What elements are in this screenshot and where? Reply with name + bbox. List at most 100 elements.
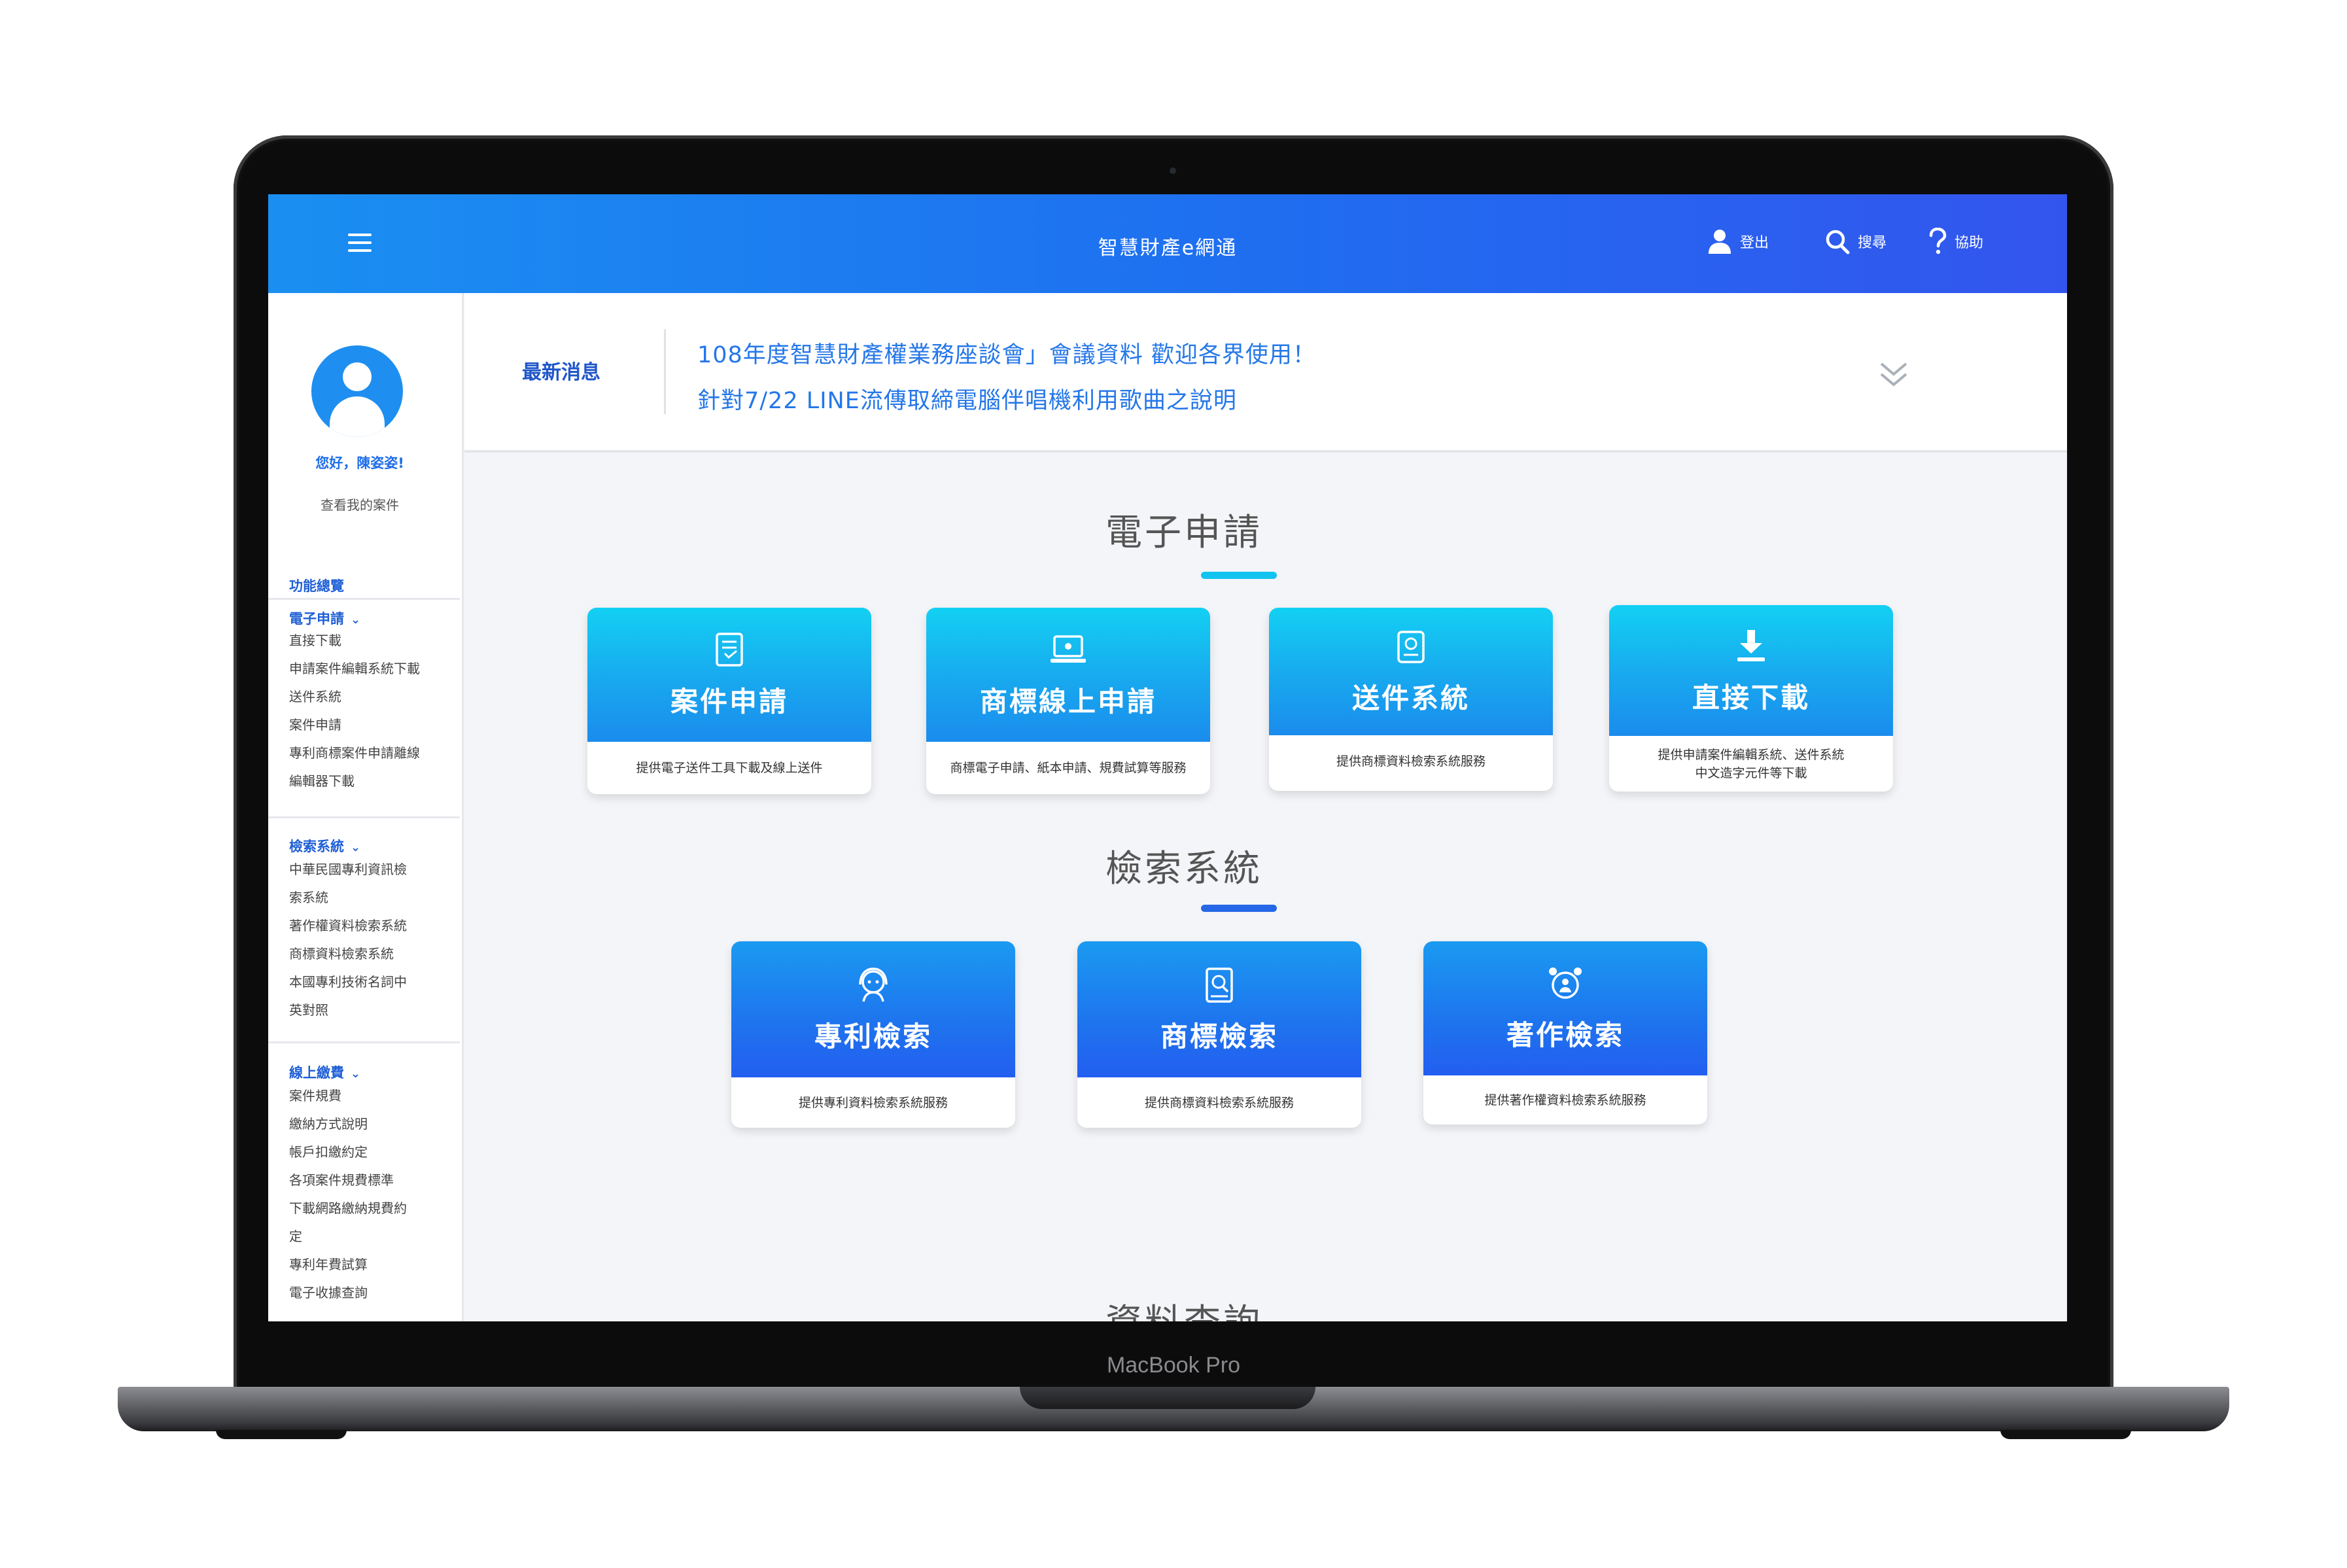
sidebar-item-copyright-search[interactable]: 著作權資料檢索系統 (289, 912, 407, 939)
sidebar-section-label: 檢索系統 (289, 839, 344, 854)
my-cases-link[interactable]: 查看我的案件 (268, 495, 451, 514)
news-item[interactable]: 針對7/22 LINE流傳取締電腦伴唱機利用歌曲之說明 (697, 382, 1237, 415)
laptop-notch (1020, 1387, 1315, 1409)
card-title: 直接下載 (1692, 681, 1810, 714)
laptop-foot-left (216, 1430, 347, 1439)
sidebar-item-submission-system[interactable]: 送件系統 (289, 683, 341, 710)
card-title: 專利檢索 (814, 1020, 932, 1053)
sidebar-item-term-glossary[interactable]: 本國專利技術名詞中 (289, 968, 407, 996)
card-header: 送件系統 (1269, 608, 1553, 735)
logout-button[interactable]: 登出 (1707, 227, 1769, 256)
card-description: 提供電子送件工具下載及線上送件 (636, 761, 823, 775)
sidebar-section-search[interactable]: 檢索系統 ⌄ (289, 836, 360, 856)
sidebar-divider (268, 816, 460, 818)
card-patent-search[interactable]: 專利檢索 提供專利資料檢索系統服務 (731, 941, 1015, 1128)
card-description: 提供著作權資料檢索系統服務 (1484, 1092, 1646, 1107)
card-header: 專利檢索 (731, 941, 1015, 1077)
agent-headset-icon (859, 967, 888, 1002)
id-card-icon (1397, 631, 1425, 663)
card-trademark-online-application[interactable]: 商標線上申請 商標電子申請、紙本申請、規費試算等服務 (926, 608, 1210, 794)
user-greeting: 您好，陳姿姿! (315, 455, 404, 471)
card-description: 提供商標資料檢索系統服務 (1336, 754, 1486, 769)
search-button[interactable]: 搜尋 (1825, 227, 1886, 256)
card-case-application[interactable]: 案件申請 提供電子送件工具下載及線上送件 (587, 608, 871, 794)
menu-icon[interactable] (348, 232, 372, 253)
sidebar-item-fee-standards[interactable]: 各項案件規費標準 (289, 1166, 394, 1194)
card-trademark-search[interactable]: 商標檢索 提供商標資料檢索系統服務 (1077, 941, 1361, 1128)
news-label: 最新消息 (522, 361, 600, 384)
card-title: 商標檢索 (1160, 1020, 1278, 1053)
sidebar-item-annual-fee-calc[interactable]: 專利年費試算 (289, 1251, 368, 1278)
card-description: 商標電子申請、紙本申請、規費試算等服務 (950, 761, 1187, 775)
screen: 智慧財產e網通 登出 搜尋 協助 您好，陳姿姿! 查看我的案件 功能總覽 電子申… (268, 194, 2067, 1321)
search-label: 搜尋 (1858, 235, 1887, 251)
card-copyright-search[interactable]: 著作檢索 提供著作權資料檢索系統服務 (1423, 941, 1707, 1124)
overview-title: 功能總覽 (289, 578, 344, 594)
double-chevron-down-icon[interactable] (1879, 358, 1909, 391)
heading-accent-bar (1201, 905, 1277, 912)
sidebar-item-online-fee-agreement-cont[interactable]: 定 (289, 1223, 302, 1250)
sidebar-section-label: 線上繳費 (289, 1065, 344, 1081)
news-panel: 最新消息 108年度智慧財產權業務座談會」會議資料 歡迎各界使用！ 針對7/22… (464, 293, 2067, 453)
sidebar-divider (268, 1041, 460, 1043)
help-label: 協助 (1955, 235, 1984, 251)
sidebar-item-offline-editor[interactable]: 專利商標案件申請離線 (289, 739, 420, 767)
sidebar-item-account-debit[interactable]: 帳戶扣繳約定 (289, 1138, 368, 1166)
chevron-down-icon: ⌄ (351, 613, 361, 627)
search-icon (1826, 230, 1850, 254)
logout-label: 登出 (1740, 235, 1769, 251)
laptop-icon (1051, 635, 1086, 663)
sidebar-item-case-application[interactable]: 案件申請 (289, 711, 341, 739)
alarm-person-icon (1549, 967, 1582, 999)
heading-accent-bar (1201, 572, 1277, 579)
help-button[interactable]: 協助 (1928, 227, 1983, 256)
sidebar-item-offline-editor-cont[interactable]: 編輯器下載 (289, 767, 355, 795)
news-divider (664, 329, 666, 414)
user-icon (1709, 230, 1731, 254)
section-heading-eapply: 電子申請 (1105, 512, 1262, 554)
card-title: 著作檢索 (1506, 1019, 1624, 1051)
help-icon (1929, 228, 1947, 254)
avatar[interactable] (311, 345, 403, 437)
sidebar-item-patent-search[interactable]: 中華民國專利資訊檢 (289, 856, 407, 883)
sidebar-item-trademark-search[interactable]: 商標資料檢索系統 (289, 940, 394, 967)
card-description: 提供商標資料檢索系統服務 (1144, 1095, 1294, 1110)
download-icon (1737, 629, 1765, 661)
sidebar-item-patent-search-cont[interactable]: 索系統 (289, 884, 328, 911)
sidebar-item-payment-methods[interactable]: 繳納方式說明 (289, 1110, 368, 1138)
sidebar-item-term-glossary-cont[interactable]: 英對照 (289, 996, 328, 1024)
camera-icon (1170, 167, 1176, 174)
card-description: 提供專利資料檢索系統服務 (798, 1095, 948, 1110)
sidebar: 您好，陳姿姿! 查看我的案件 功能總覽 電子申請 ⌄ 直接下載 申請案件編輯系統下… (268, 293, 464, 1321)
laptop-foot-right (2000, 1430, 2131, 1439)
sidebar-item-direct-download[interactable]: 直接下載 (289, 627, 341, 654)
app-title: 智慧財產e網通 (1098, 237, 1238, 260)
section-heading-data-query: 資料查詢 (922, 1293, 1446, 1321)
sidebar-item-e-receipt[interactable]: 電子收據查詢 (289, 1279, 368, 1306)
chevron-down-icon: ⌄ (351, 1067, 361, 1081)
device-label: MacBook Pro (1106, 1353, 1241, 1378)
card-submission-system[interactable]: 送件系統 提供商標資料檢索系統服務 (1269, 608, 1553, 791)
document-search-icon (1206, 967, 1233, 1003)
section-heading-search: 檢索系統 (1105, 848, 1262, 890)
card-title: 商標線上申請 (979, 686, 1156, 718)
card-header: 案件申請 (587, 608, 871, 742)
card-header: 直接下載 (1609, 605, 1893, 736)
sidebar-item-case-fees[interactable]: 案件規費 (289, 1082, 341, 1109)
card-title: 送件系統 (1351, 682, 1470, 714)
card-header: 著作檢索 (1423, 941, 1707, 1075)
card-title: 案件申請 (670, 686, 788, 718)
sidebar-item-editor-download[interactable]: 申請案件編輯系統下載 (289, 655, 420, 682)
card-header: 商標檢索 (1077, 941, 1361, 1077)
card-direct-download[interactable]: 直接下載 提供申請案件編輯系統、送件系統中文造字元件等下載 (1609, 605, 1893, 792)
sidebar-item-online-fee-agreement[interactable]: 下載網路繳納規費約 (289, 1194, 407, 1222)
news-item[interactable]: 108年度智慧財產權業務座談會」會議資料 歡迎各界使用！ (697, 336, 1316, 370)
sidebar-section-payment[interactable]: 線上繳費 ⌄ (289, 1062, 360, 1082)
sidebar-section-label: 電子申請 (289, 611, 344, 627)
card-description: 提供申請案件編輯系統、送件系統中文造字元件等下載 (1658, 747, 1845, 780)
document-form-icon (716, 633, 743, 667)
chevron-down-icon: ⌄ (351, 841, 361, 854)
card-header: 商標線上申請 (926, 608, 1210, 742)
sidebar-divider (268, 598, 460, 600)
sidebar-section-eapply[interactable]: 電子申請 ⌄ (289, 608, 360, 628)
